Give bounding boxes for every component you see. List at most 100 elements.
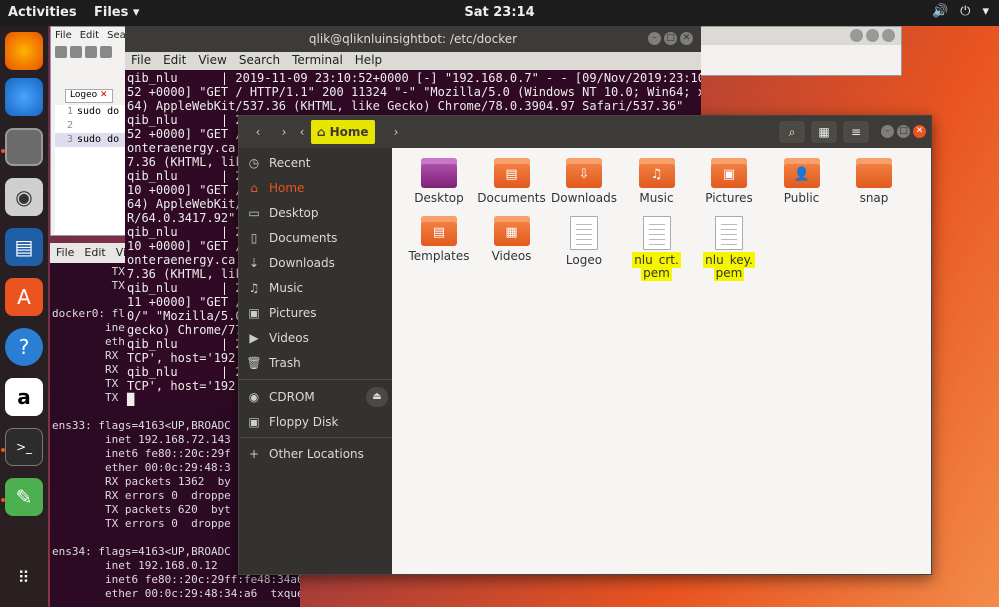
sidebar-item-music[interactable]: ♫ Music	[239, 276, 392, 300]
menu-help[interactable]: Help	[355, 53, 382, 69]
new-icon[interactable]	[55, 46, 67, 58]
sidebar-item-desktop[interactable]: ▭ Desktop	[239, 201, 392, 225]
file-item-label: Music	[639, 191, 674, 205]
file-item-nlu-crt-pem[interactable]: nlu_crt. pem	[620, 216, 694, 281]
file-item-label: Desktop	[414, 191, 464, 205]
view-toggle-button[interactable]: ▦	[811, 121, 837, 143]
breadcrumb-home[interactable]: ⌂ Home	[311, 120, 375, 144]
breadcrumb-right-arrow[interactable]: ›	[389, 122, 403, 142]
sidebar-item-label: Pictures	[269, 306, 317, 320]
minimize-icon[interactable]: –	[648, 32, 661, 45]
doc-line	[721, 234, 737, 235]
sidebar-item-recent[interactable]: ◷ Recent	[239, 151, 392, 175]
sidebar-item-floppy-disk[interactable]: ▣ Floppy Disk	[239, 410, 392, 434]
sidebar-separator	[239, 379, 392, 380]
home-icon: ⌂	[317, 125, 326, 139]
picture-icon: ▣	[248, 306, 260, 320]
rhythmbox-icon[interactable]: ◉	[5, 178, 43, 216]
sidebar-item-downloads[interactable]: ⇣ Downloads	[239, 251, 392, 275]
sidebar-item-pictures[interactable]: ▣ Pictures	[239, 301, 392, 325]
sidebar-item-trash[interactable]: 🗑 Trash	[239, 351, 392, 375]
menu-file[interactable]: File	[56, 246, 74, 260]
editor-tab[interactable]: Logeo ✕	[65, 89, 113, 103]
sidebar-item-label: Downloads	[269, 256, 335, 270]
minimize-icon[interactable]: –	[881, 125, 894, 138]
menu-edit[interactable]: Edit	[84, 246, 105, 260]
file-item-documents[interactable]: ▤ Documents	[475, 158, 549, 205]
help-icon[interactable]: ?	[5, 328, 43, 366]
terminal-icon[interactable]: >_	[5, 428, 43, 466]
clock[interactable]: Sat 23:14	[464, 5, 534, 20]
volume-icon[interactable]: 🔊	[932, 4, 948, 19]
menu-view[interactable]: View	[198, 53, 226, 69]
file-manager-window[interactable]: ‹ › ‹ ⌂ Home › ⌕ ▦ ≡ – □ ✕ ◷ Recent ⌂ Home ▭…	[238, 115, 932, 575]
software-icon[interactable]: A	[5, 278, 43, 316]
files-icon[interactable]	[5, 128, 43, 166]
save-icon[interactable]	[85, 46, 97, 58]
menu-search[interactable]: Search	[239, 53, 280, 69]
amazon-icon[interactable]: a	[5, 378, 43, 416]
sidebar: ◷ Recent ⌂ Home ▭ Desktop ▯ Documents ⇣ Downloads…	[239, 148, 392, 574]
file-manager-headerbar[interactable]: ‹ › ‹ ⌂ Home › ⌕ ▦ ≡ – □ ✕	[239, 116, 931, 148]
activities-button[interactable]: Activities	[8, 5, 77, 20]
maximize-icon[interactable]: □	[664, 32, 677, 45]
text-editor-icon[interactable]: ✎	[5, 478, 43, 516]
breadcrumb-left-arrow[interactable]: ‹	[295, 122, 309, 142]
sidebar-item-cdrom[interactable]: ◉ CDROM ⏏	[239, 385, 392, 409]
file-item-label: Videos	[491, 249, 532, 263]
menu-terminal[interactable]: Terminal	[292, 53, 343, 69]
file-item-label: Pictures	[705, 191, 753, 205]
menu-edit[interactable]: Edit	[80, 30, 99, 42]
file-item-logeo[interactable]: Logeo	[547, 216, 621, 267]
file-item-nlu-key-pem[interactable]: nlu_key. pem	[692, 216, 766, 281]
file-item-snap[interactable]: snap	[837, 158, 911, 205]
thunderbird-icon[interactable]	[5, 78, 43, 116]
search-button[interactable]: ⌕	[779, 121, 805, 143]
firefox-icon[interactable]	[5, 32, 43, 70]
open-icon[interactable]	[70, 46, 82, 58]
app-menu-button[interactable]: Files ▾	[94, 5, 139, 20]
sidebar-item-videos[interactable]: ▶ Videos	[239, 326, 392, 350]
maximize-icon[interactable]	[866, 29, 879, 42]
file-item-desktop[interactable]: Desktop	[402, 158, 476, 205]
doc-line	[648, 244, 665, 245]
doc-line	[721, 239, 737, 240]
system-tray[interactable]: 🔊 ⏻ ▾	[932, 4, 989, 19]
sidebar-item-documents[interactable]: ▯ Documents	[239, 226, 392, 250]
sidebar-item-other-locations[interactable]: + Other Locations	[239, 442, 392, 466]
print-icon[interactable]	[100, 46, 112, 58]
minimize-icon[interactable]	[850, 29, 863, 42]
sidebar-item-home[interactable]: ⌂ Home	[239, 176, 392, 200]
file-item-public[interactable]: 👤 Public	[765, 158, 839, 205]
grid-icon: ▦	[818, 125, 830, 139]
close-icon[interactable]: ✕	[680, 32, 693, 45]
chevron-down-icon[interactable]: ▾	[982, 4, 989, 19]
eject-icon[interactable]: ⏏	[366, 387, 388, 407]
folder-icon: 👤	[783, 158, 820, 188]
maximize-icon[interactable]: □	[897, 125, 910, 138]
folder-icon	[856, 158, 892, 188]
file-item-templates[interactable]: ▤ Templates	[402, 216, 476, 263]
file-item-pictures[interactable]: ▣ Pictures	[692, 158, 766, 205]
close-icon[interactable]	[882, 29, 895, 42]
file-item-music[interactable]: ♫ Music	[620, 158, 694, 205]
menu-file[interactable]: File	[131, 53, 151, 69]
menu-edit[interactable]: Edit	[163, 53, 186, 69]
writer-icon[interactable]: ▤	[5, 228, 43, 266]
file-item-videos[interactable]: ▦ Videos	[475, 216, 549, 263]
close-icon[interactable]: ✕	[100, 90, 108, 100]
file-item-label: Downloads	[551, 191, 617, 205]
plus-icon: +	[248, 447, 260, 461]
menu-file[interactable]: File	[55, 30, 72, 42]
file-item-downloads[interactable]: ⇩ Downloads	[547, 158, 621, 205]
sidebar-item-label: Recent	[269, 156, 311, 170]
power-icon[interactable]: ⏻	[960, 4, 970, 19]
show-apps-icon[interactable]: ⠿	[5, 558, 43, 596]
back-button[interactable]: ‹	[247, 122, 269, 142]
search-icon: ⌕	[788, 125, 796, 139]
forward-button[interactable]: ›	[273, 122, 295, 142]
terminal-titlebar[interactable]: qlik@qliknluinsightbot: /etc/docker – □ …	[125, 26, 701, 52]
close-icon[interactable]: ✕	[913, 125, 926, 138]
menu-button[interactable]: ≡	[843, 121, 869, 143]
trash-icon: 🗑	[246, 356, 262, 370]
